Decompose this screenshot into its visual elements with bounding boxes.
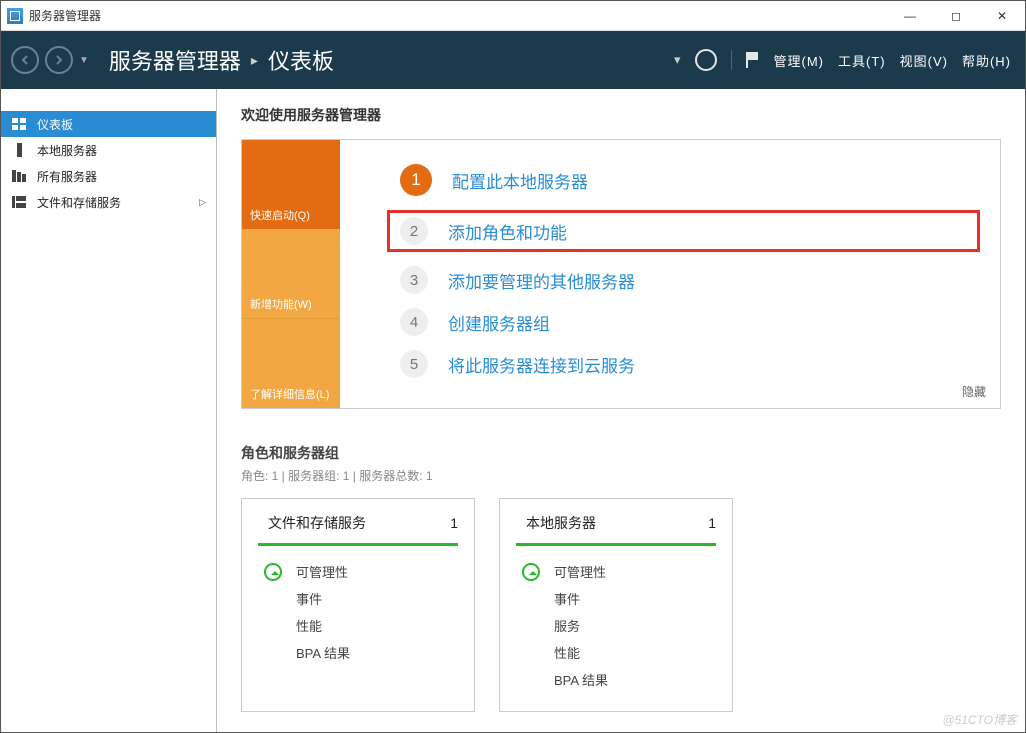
tile-count: 1 <box>450 515 458 531</box>
tile-title: 文件和存储服务 <box>268 513 440 533</box>
nav-dropdown-caret[interactable]: ▼ <box>79 55 89 66</box>
step-add-roles[interactable]: 2 添加角色和功能 <box>387 210 980 252</box>
step-label: 创建服务器组 <box>448 310 550 335</box>
sidebar-item-label: 所有服务器 <box>37 168 97 185</box>
breadcrumb-current: 仪表板 <box>268 44 334 76</box>
arrow-up-circle-icon <box>264 563 282 581</box>
tile-row-services[interactable]: 服务 <box>516 612 716 639</box>
main-content: 欢迎使用服务器管理器 快速启动(Q) 新增功能(W) 了解详细信息(L) 1 配… <box>217 89 1025 732</box>
step-number-icon: 2 <box>400 217 428 245</box>
arrow-right-icon <box>53 54 65 66</box>
tile-row-performance[interactable]: 性能 <box>516 639 716 666</box>
groups-subtitle: 角色: 1 | 服务器组: 1 | 服务器总数: 1 <box>241 467 1001 484</box>
tile-row-bpa[interactable]: BPA 结果 <box>516 666 716 693</box>
window-title: 服务器管理器 <box>29 7 101 24</box>
nav-back-button[interactable] <box>11 46 39 74</box>
sidebar-item-all-servers[interactable]: 所有服务器 <box>1 163 216 189</box>
menu-manage[interactable]: 管理(M) <box>774 51 825 70</box>
breadcrumb-separator-icon: ▸ <box>251 52 258 69</box>
welcome-left-tabs: 快速启动(Q) 新增功能(W) 了解详细信息(L) <box>242 140 340 408</box>
nav-forward-button[interactable] <box>45 46 73 74</box>
minimize-button[interactable]: ― <box>887 1 933 31</box>
step-number-icon: 1 <box>400 164 432 196</box>
sidebar-item-file-storage[interactable]: 文件和存储服务 ▷ <box>1 189 216 215</box>
tile-count: 1 <box>708 515 716 531</box>
servers-icon <box>11 168 27 184</box>
step-number-icon: 3 <box>400 266 428 294</box>
step-configure-local[interactable]: 1 配置此本地服务器 <box>400 164 980 196</box>
step-label: 添加要管理的其他服务器 <box>448 268 635 293</box>
step-number-icon: 5 <box>400 350 428 378</box>
tab-learn-more[interactable]: 了解详细信息(L) <box>242 318 340 408</box>
arrow-left-icon <box>19 54 31 66</box>
step-label: 添加角色和功能 <box>448 219 567 244</box>
quick-start-steps: 1 配置此本地服务器 2 添加角色和功能 3 添加要管理的其他服务器 4 创建服… <box>340 140 1000 408</box>
server-icon <box>11 142 27 158</box>
sidebar-item-label: 本地服务器 <box>37 142 97 159</box>
sidebar-item-local-server[interactable]: 本地服务器 <box>1 137 216 163</box>
close-button[interactable]: ✕ <box>979 1 1025 31</box>
tile-row-manageability[interactable]: 可管理性 <box>258 558 458 585</box>
step-label: 将此服务器连接到云服务 <box>448 352 635 377</box>
tile-row-performance[interactable]: 性能 <box>258 612 458 639</box>
tab-quick-start[interactable]: 快速启动(Q) <box>242 140 340 229</box>
tab-whats-new[interactable]: 新增功能(W) <box>242 229 340 318</box>
maximize-button[interactable]: ◻ <box>933 1 979 31</box>
sidebar: 仪表板 本地服务器 所有服务器 文件和存储服务 ▷ <box>1 89 217 732</box>
tile-local-server[interactable]: 本地服务器 1 可管理性 事件 服务 性能 BPA 结果 <box>499 498 733 712</box>
menu-help[interactable]: 帮助(H) <box>962 51 1011 70</box>
chevron-right-icon: ▷ <box>199 197 206 208</box>
tile-title: 本地服务器 <box>526 513 698 533</box>
welcome-panel: 快速启动(Q) 新增功能(W) 了解详细信息(L) 1 配置此本地服务器 2 添… <box>241 139 1001 409</box>
step-number-icon: 4 <box>400 308 428 336</box>
separator <box>731 50 732 70</box>
menu-view[interactable]: 视图(V) <box>900 51 948 70</box>
sidebar-item-dashboard[interactable]: 仪表板 <box>1 111 216 137</box>
step-create-group[interactable]: 4 创建服务器组 <box>400 308 980 336</box>
dashboard-icon <box>11 116 27 132</box>
hide-link[interactable]: 隐藏 <box>962 383 986 400</box>
watermark: @51CTO博客 <box>942 711 1017 728</box>
header-dropdown-caret[interactable]: ▾ <box>674 52 681 68</box>
arrow-up-circle-icon <box>522 563 540 581</box>
tile-row-manageability[interactable]: 可管理性 <box>516 558 716 585</box>
header-bar: ▼ 服务器管理器 ▸ 仪表板 ▾ 管理(M) 工具(T) 视图(V) 帮助(H) <box>1 31 1025 89</box>
menu-tools[interactable]: 工具(T) <box>838 51 886 70</box>
tile-row-events[interactable]: 事件 <box>258 585 458 612</box>
titlebar: 服务器管理器 ― ◻ ✕ <box>1 1 1025 31</box>
welcome-title: 欢迎使用服务器管理器 <box>241 105 1001 125</box>
step-connect-cloud[interactable]: 5 将此服务器连接到云服务 <box>400 350 980 378</box>
breadcrumb: 服务器管理器 ▸ 仪表板 <box>109 44 334 76</box>
tile-file-storage[interactable]: 文件和存储服务 1 可管理性 事件 性能 BPA 结果 <box>241 498 475 712</box>
tile-row-bpa[interactable]: BPA 结果 <box>258 639 458 666</box>
app-icon <box>7 8 23 24</box>
sidebar-item-label: 仪表板 <box>37 116 73 133</box>
sidebar-item-label: 文件和存储服务 <box>37 194 121 211</box>
step-label: 配置此本地服务器 <box>452 168 588 193</box>
tile-row-events[interactable]: 事件 <box>516 585 716 612</box>
breadcrumb-root[interactable]: 服务器管理器 <box>109 44 241 76</box>
refresh-icon[interactable] <box>695 49 717 71</box>
notifications-flag-icon[interactable] <box>746 52 760 68</box>
groups-title: 角色和服务器组 <box>241 443 1001 463</box>
storage-icon <box>11 194 27 210</box>
step-add-servers[interactable]: 3 添加要管理的其他服务器 <box>400 266 980 294</box>
tiles-row: 文件和存储服务 1 可管理性 事件 性能 BPA 结果 本地服务器 1 可管理性 <box>241 498 1001 712</box>
